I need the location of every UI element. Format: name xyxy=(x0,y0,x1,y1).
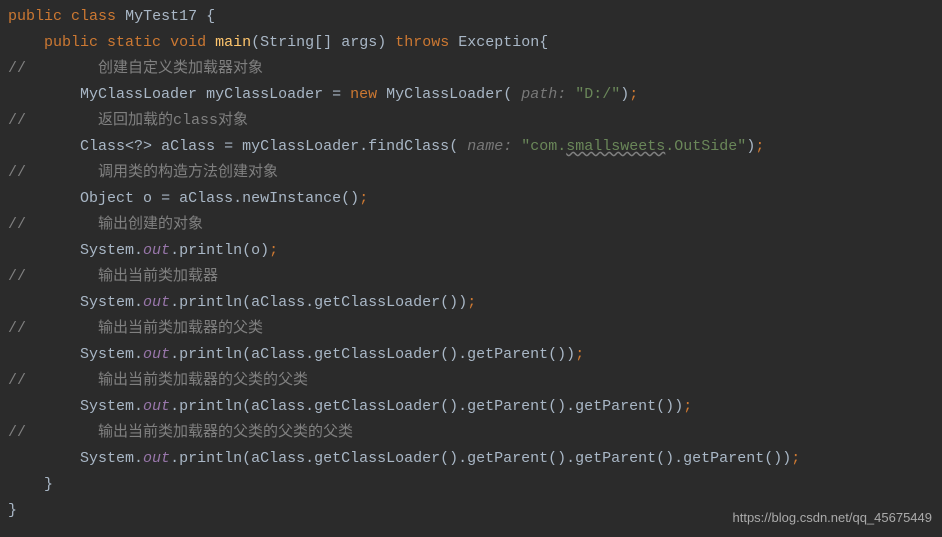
field-out: out xyxy=(143,398,170,415)
comment-marker: // xyxy=(8,112,26,129)
keyword-void: void xyxy=(170,34,206,51)
brace-close: } xyxy=(8,502,17,519)
comment-marker: // xyxy=(8,320,26,337)
code-line-18: System.out.println(aClass.getClassLoader… xyxy=(0,446,942,472)
comment-text: 输出创建的对象 xyxy=(98,216,203,233)
code-line-6: Class<?> aClass = myClassLoader.findClas… xyxy=(0,134,942,160)
keyword-static: static xyxy=(107,34,161,51)
code-line-5-comment: // 返回加载的class对象 xyxy=(0,108,942,134)
brace-close: } xyxy=(44,476,53,493)
code-line-10: System.out.println(o); xyxy=(0,238,942,264)
code-line-15-comment: // 输出当前类加载器的父类的父类 xyxy=(0,368,942,394)
string-warn: smallsweets xyxy=(566,138,665,155)
param-hint: name: xyxy=(467,138,512,155)
field-out: out xyxy=(143,242,170,259)
keyword-public: public xyxy=(8,8,62,25)
code-line-7-comment: // 调用类的构造方法创建对象 xyxy=(0,160,942,186)
comment-text: 创建自定义类加载器对象 xyxy=(98,60,263,77)
comment-text: 调用类的构造方法创建对象 xyxy=(98,164,278,181)
field-out: out xyxy=(143,346,170,363)
code-line-11-comment: // 输出当前类加载器 xyxy=(0,264,942,290)
code-line-9-comment: // 输出创建的对象 xyxy=(0,212,942,238)
keyword-throws: throws xyxy=(395,34,449,51)
comment-marker: // xyxy=(8,164,26,181)
comment-marker: // xyxy=(8,216,26,233)
comment-marker: // xyxy=(8,268,26,285)
string-literal: "D:/" xyxy=(575,86,620,103)
code-line-12: System.out.println(aClass.getClassLoader… xyxy=(0,290,942,316)
code-line-16: System.out.println(aClass.getClassLoader… xyxy=(0,394,942,420)
code-line-1: public class MyTest17 { xyxy=(0,4,942,30)
code-line-17-comment: // 输出当前类加载器的父类的父类的父类 xyxy=(0,420,942,446)
field-out: out xyxy=(143,294,170,311)
class-name: MyTest17 xyxy=(125,8,197,25)
param-hint: path: xyxy=(521,86,566,103)
comment-text: 输出当前类加载器的父类的父类 xyxy=(98,372,308,389)
keyword-class: class xyxy=(71,8,116,25)
comment-text: 输出当前类加载器的父类的父类的父类 xyxy=(98,424,353,441)
string-post: .OutSide" xyxy=(665,138,746,155)
comment-marker: // xyxy=(8,424,26,441)
code-line-4: MyClassLoader myClassLoader = new MyClas… xyxy=(0,82,942,108)
brace-open: { xyxy=(206,8,215,25)
code-editor[interactable]: public class MyTest17 { public static vo… xyxy=(0,0,942,528)
comment-text: 输出当前类加载器 xyxy=(98,268,218,285)
method-main: main xyxy=(215,34,251,51)
field-out: out xyxy=(143,450,170,467)
comment-text: 返回加载的class对象 xyxy=(98,112,248,129)
code-line-19: } xyxy=(0,472,942,498)
string-pre: "com. xyxy=(521,138,566,155)
code-line-13-comment: // 输出当前类加载器的父类 xyxy=(0,316,942,342)
keyword-new: new xyxy=(350,86,377,103)
comment-text: 输出当前类加载器的父类 xyxy=(98,320,263,337)
keyword-public: public xyxy=(44,34,98,51)
comment-marker: // xyxy=(8,372,26,389)
code-line-3-comment: // 创建自定义类加载器对象 xyxy=(0,56,942,82)
watermark-text: https://blog.csdn.net/qq_45675449 xyxy=(733,505,933,531)
code-line-8: Object o = aClass.newInstance(); xyxy=(0,186,942,212)
code-line-2: public static void main(String[] args) t… xyxy=(0,30,942,56)
code-line-14: System.out.println(aClass.getClassLoader… xyxy=(0,342,942,368)
comment-marker: // xyxy=(8,60,26,77)
